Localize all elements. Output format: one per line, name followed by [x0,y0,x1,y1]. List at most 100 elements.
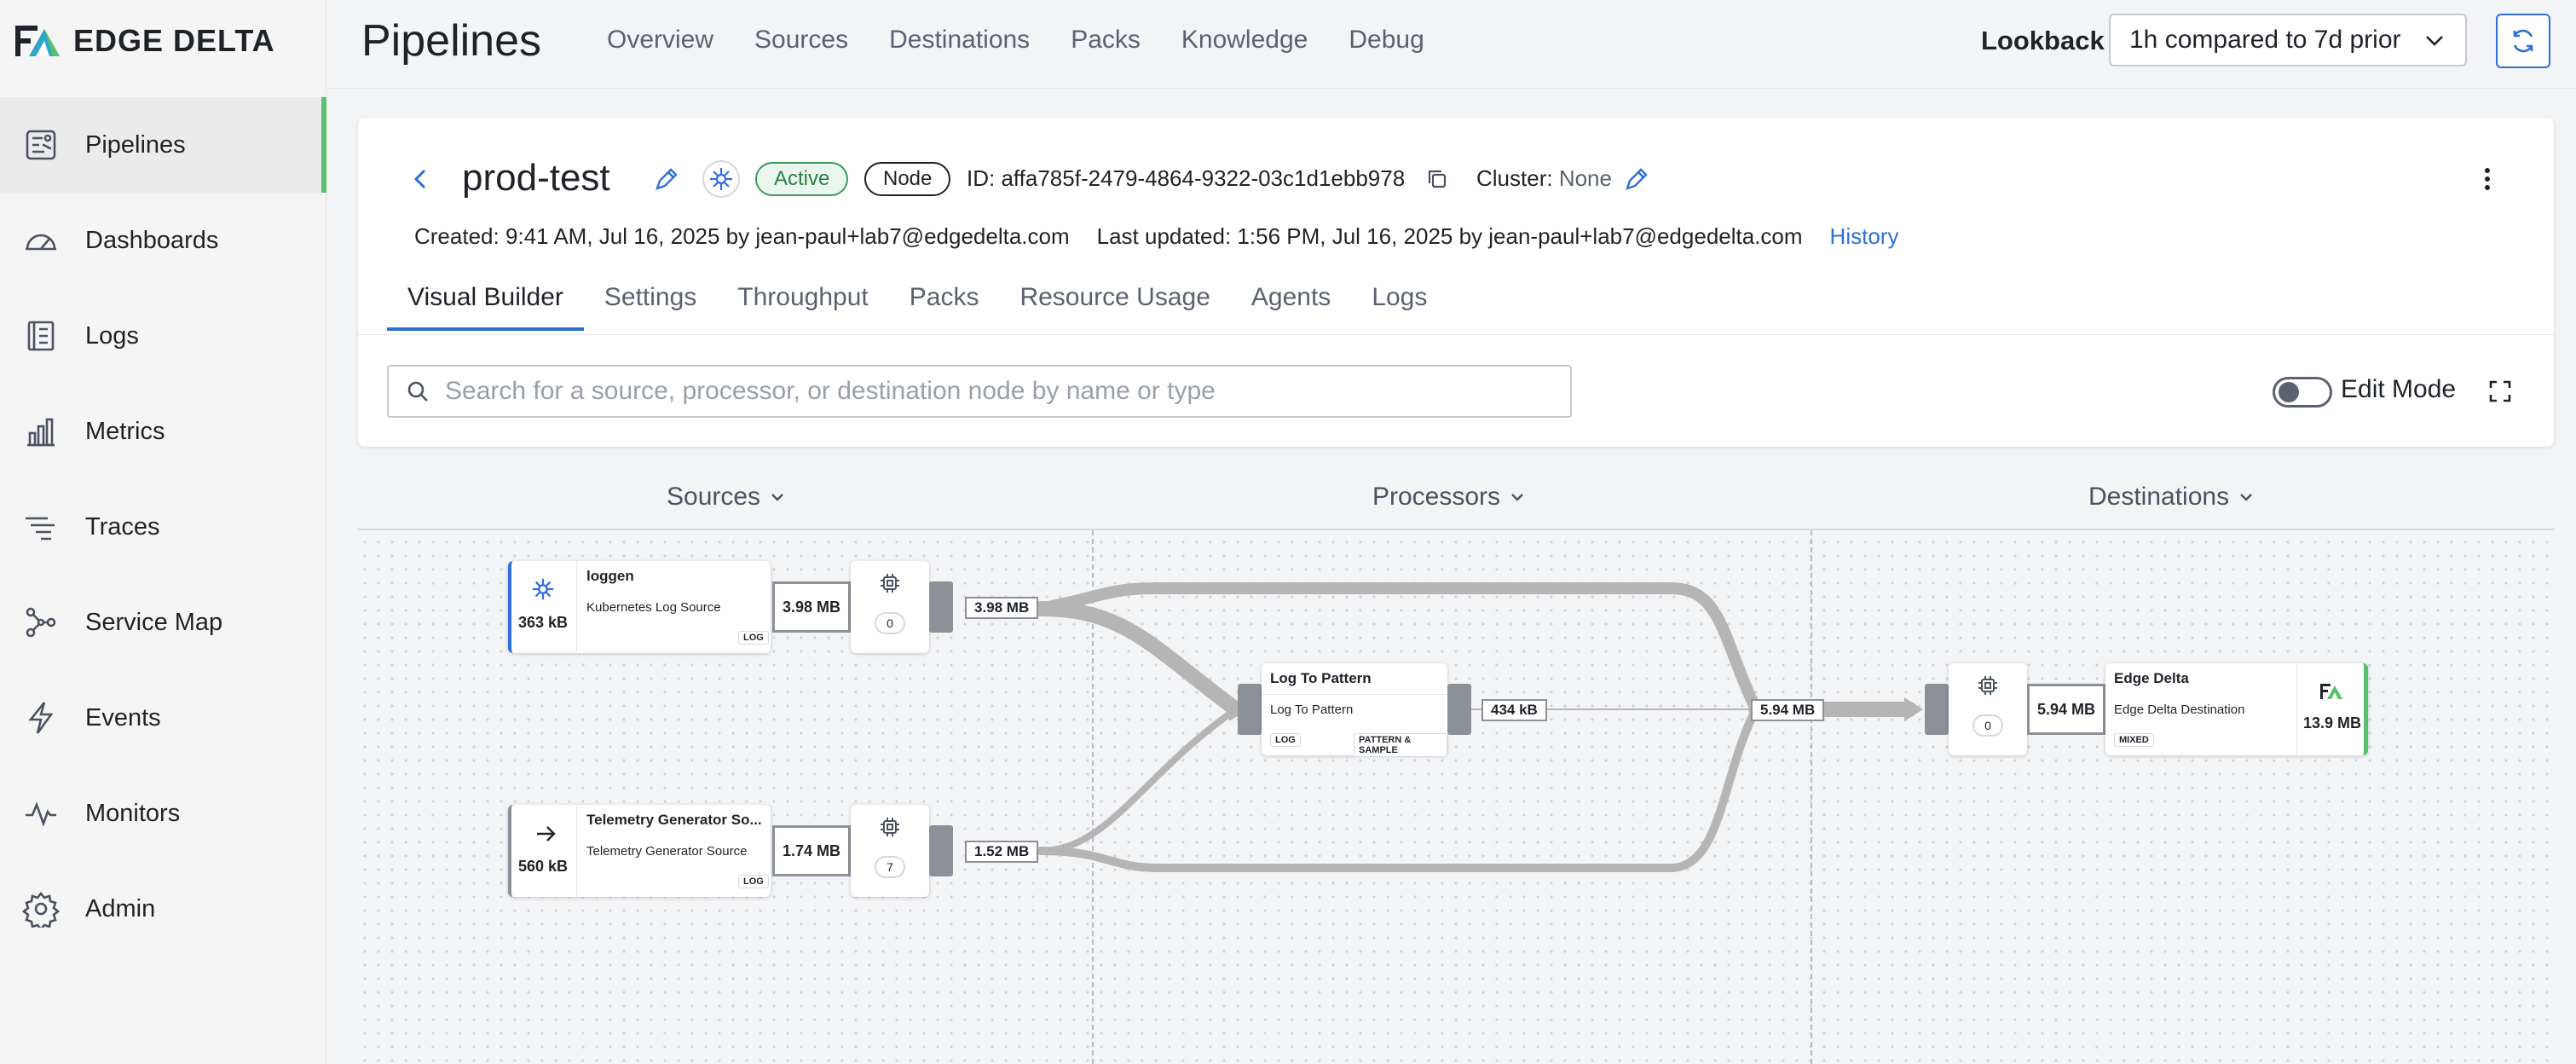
destination-subtitle: Edge Delta Destination [2114,703,2245,717]
sidebar-item-service-map[interactable]: Service Map [0,575,326,670]
logs-icon [27,321,55,351]
tab-visual-builder[interactable]: Visual Builder [387,269,584,331]
source-size: 560 kB [518,858,569,875]
kubernetes-icon [710,168,732,190]
type-badge: Node [864,162,951,196]
chevron-left-icon [413,169,426,189]
output-port[interactable] [929,825,953,876]
updated-text: Last updated: 1:56 PM, Jul 16, 2025 by j… [1096,223,1803,249]
pipeline-canvas: Sources Processors Destinations 363 kB l… [358,467,2554,1064]
sidebar-item-label: Dashboards [85,226,219,254]
edge-volume-label: 434 kB [1481,699,1547,721]
pipelines-icon [26,130,56,160]
refresh-button[interactable] [2496,14,2550,68]
merge-volume-label: 5.94 MB [1751,699,1825,721]
sidebar-item-label: Service Map [85,608,223,636]
history-link[interactable]: History [1830,223,1899,250]
processor-tag: LOG [1270,733,1301,747]
sidebar-item-label: Traces [85,512,160,541]
processor-count: 0 [1972,714,2003,737]
pipeline-meta: Created: 9:41 AM, Jul 16, 2025 by jean-p… [414,223,1898,250]
nav-link-sources[interactable]: Sources [754,26,848,55]
lightning-icon [28,702,54,734]
pencil-icon [1626,168,1648,190]
processor-node-log-to-pattern[interactable]: Log To Pattern Log To Pattern LOG PATTER… [1262,663,1447,757]
edge-volume-label: 1.52 MB [965,841,1039,863]
nav-link-knowledge[interactable]: Knowledge [1181,26,1308,55]
output-port[interactable] [1447,684,1471,735]
source-tag: LOG [738,631,769,645]
sidebar-item-logs[interactable]: Logs [0,288,326,384]
edge-delta-logo-icon [15,26,60,56]
nav-link-debug[interactable]: Debug [1349,26,1424,55]
flow-telemetry-to-processor [1037,706,1239,854]
pipeline-name: prod-test [462,157,610,199]
source-processor-node[interactable]: 7 [851,805,929,897]
source-tag: LOG [738,875,769,888]
sidebar-item-label: Metrics [85,417,165,445]
sidebar-item-pipelines[interactable]: Pipelines [0,97,326,193]
sidebar-item-metrics[interactable]: Metrics [0,384,326,479]
expand-icon [2489,380,2511,402]
arrow-right-icon [534,822,557,850]
edge-delta-logo[interactable]: EDGE DELTA [15,19,275,63]
created-text: Created: 9:41 AM, Jul 16, 2025 by jean-p… [414,223,1070,249]
source-node-loggen[interactable]: 363 kB loggen Kubernetes Log Source LOG [508,561,771,653]
destination-node-edge-delta[interactable]: Edge Delta Edge Delta Destination MIXED … [2105,663,2368,755]
processor-count: 7 [875,856,905,878]
sidebar: EDGE DELTA Pipelines Dashboards Logs Met… [0,0,326,1064]
tab-resource-usage[interactable]: Resource Usage [999,269,1230,331]
flow-arrowhead [1904,697,1923,721]
tab-logs[interactable]: Logs [1351,269,1447,331]
fullscreen-button[interactable] [2487,379,2513,408]
sidebar-item-dashboards[interactable]: Dashboards [0,193,326,288]
sidebar-item-admin[interactable]: Admin [0,861,326,957]
pipeline-tabs: Visual Builder Settings Throughput Packs… [387,269,1447,331]
bar-chart-icon [27,418,55,447]
source-processor-node[interactable]: 0 [851,561,929,653]
flow-lines [1032,582,1923,872]
tab-agents[interactable]: Agents [1231,269,1351,331]
sidebar-item-events[interactable]: Events [0,670,326,766]
flow-loggen-to-processor [1032,601,1244,717]
edit-cluster-button[interactable] [1623,167,1649,197]
cluster-label: Cluster: [1476,165,1553,191]
edit-name-button[interactable] [653,167,679,197]
tab-throughput[interactable]: Throughput [717,269,888,331]
gear-icon [22,891,60,928]
pencil-icon [656,168,678,190]
processor-tag: PATTERN & SAMPLE [1354,733,1447,757]
network-icon [26,607,56,638]
back-button[interactable] [407,165,435,197]
sidebar-item-traces[interactable]: Traces [0,479,326,575]
copy-icon [1428,170,1447,188]
top-nav: Overview Sources Destinations Packs Know… [607,26,1424,55]
tab-settings[interactable]: Settings [584,269,717,331]
copy-id-button[interactable] [1425,167,1449,195]
nav-link-packs[interactable]: Packs [1071,26,1141,55]
tab-packs[interactable]: Packs [889,269,1000,331]
edit-mode-label: Edit Mode [2341,375,2457,403]
sidebar-item-monitors[interactable]: Monitors [0,766,326,861]
pipeline-card: prod-test Active Node ID: affa785f-2479-… [358,118,2554,447]
nav-link-overview[interactable]: Overview [607,26,713,55]
chip-icon [1978,675,1998,700]
output-port[interactable] [929,581,953,633]
source-node-telemetry-generator[interactable]: 560 kB Telemetry Generator So... Telemet… [508,805,771,897]
edit-mode-toggle[interactable] [2273,377,2332,408]
pipeline-id: ID: affa785f-2479-4864-9322-03c1d1ebb978 [967,165,1406,191]
node-search[interactable] [387,365,1572,418]
search-input[interactable] [445,377,1553,406]
lookback-label: Lookback [1981,26,2105,55]
traces-icon [26,517,55,541]
edge-delta-logo-icon [2320,682,2346,705]
input-port[interactable] [1238,684,1262,735]
more-options-button[interactable] [2482,165,2492,197]
page-title: Pipelines [361,16,542,66]
lookback-select[interactable]: 1h compared to 7d prior [2109,14,2467,66]
destination-processor-node[interactable]: 0 [1949,663,2027,755]
input-port[interactable] [1925,684,1949,735]
nav-link-destinations[interactable]: Destinations [889,26,1030,55]
source-output-volume: 3.98 MB [772,581,851,633]
source-subtitle: Kubernetes Log Source [586,600,721,615]
